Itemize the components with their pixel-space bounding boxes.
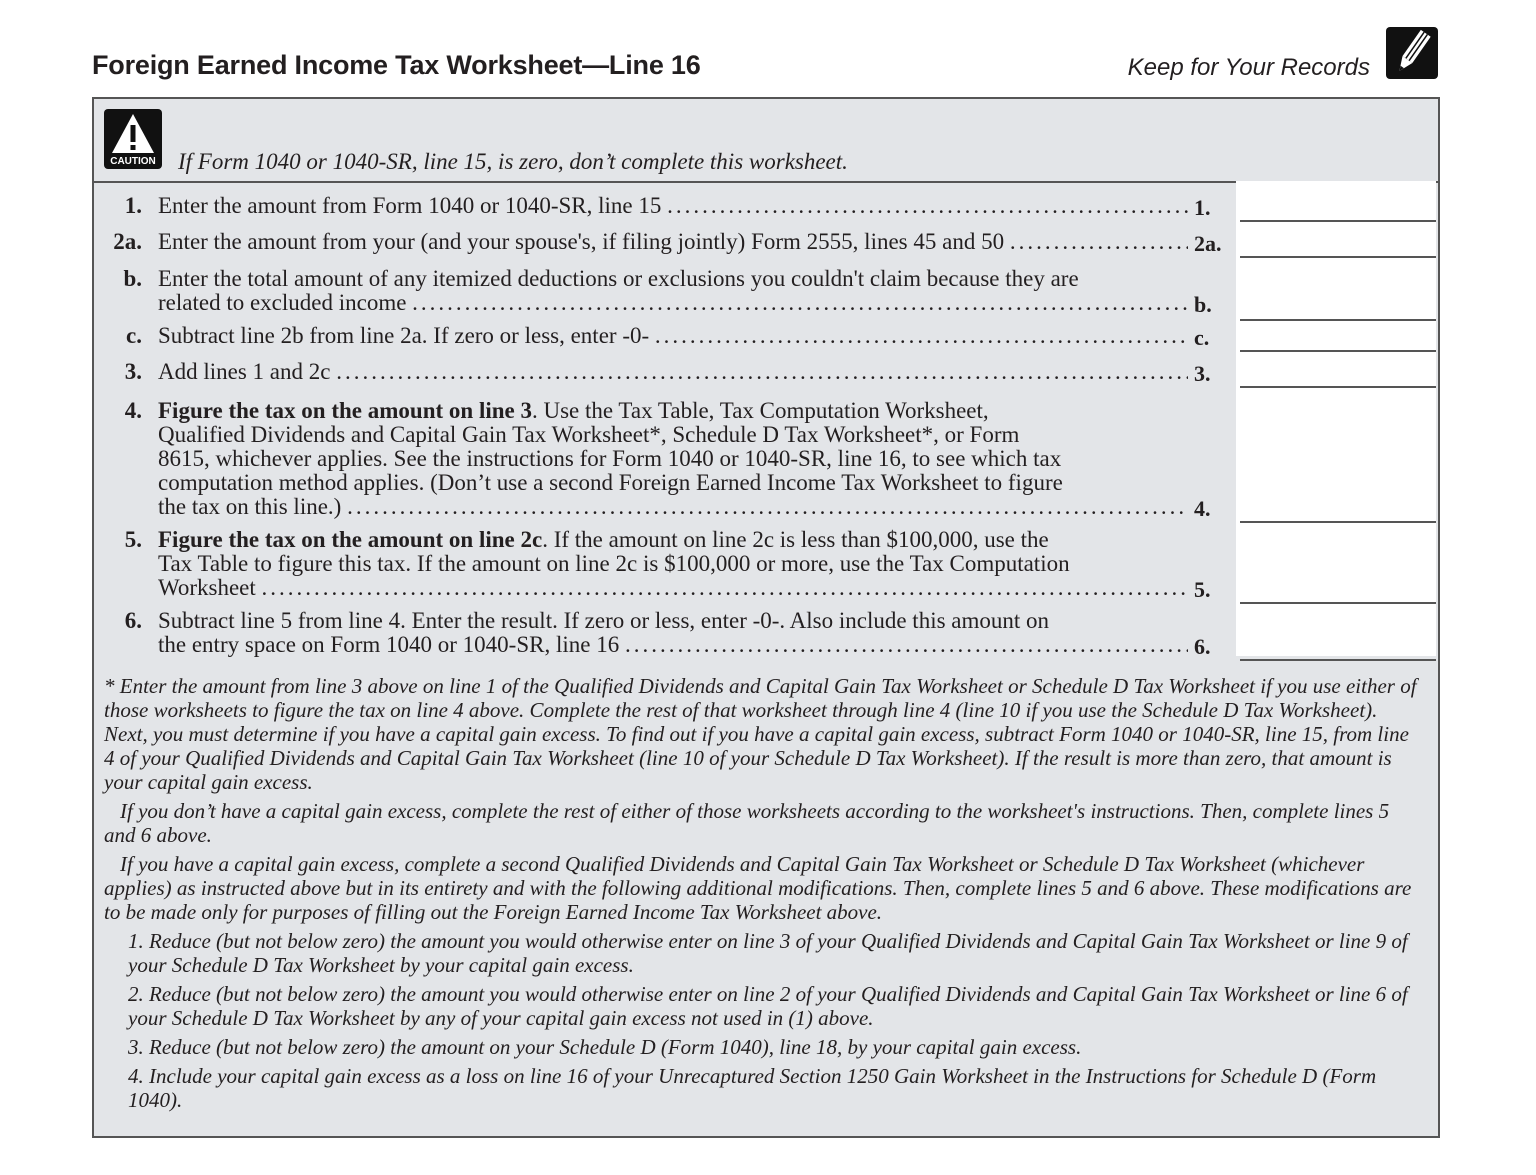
line-5-input[interactable] xyxy=(1240,576,1436,604)
line-6-input[interactable] xyxy=(1240,633,1436,661)
line-1: 1. Enter the amount from Form 1040 or 10… xyxy=(94,193,1436,224)
leader-dots: ........................................… xyxy=(336,360,1188,384)
modification-item: 4. Include your capital gain excess as a… xyxy=(128,1064,1377,1112)
line-label: b. xyxy=(1194,292,1212,317)
line-heading: Figure the tax on the amount on line 3 xyxy=(158,399,532,423)
line-number: 2a. xyxy=(113,229,142,254)
line-3-input[interactable] xyxy=(1240,360,1436,388)
note-has-excess: If you have a capital gain excess, compl… xyxy=(104,852,1412,924)
keep-for-records-label: Keep for Your Records xyxy=(1127,54,1370,81)
line-label: 1. xyxy=(1194,195,1211,220)
line-text: Subtract line 2b from line 2a. If zero o… xyxy=(158,324,650,348)
line-text-cont: Tax Table to figure this tax. If the amo… xyxy=(158,552,1070,576)
line-1-input[interactable] xyxy=(1240,194,1436,222)
line-text: Enter the amount from your (and your spo… xyxy=(158,230,1005,254)
caution-text: If Form 1040 or 1040-SR, line 15, is zer… xyxy=(178,149,848,174)
line-heading: Figure the tax on the amount on line 2c xyxy=(158,528,543,552)
line-label: c. xyxy=(1194,325,1210,350)
line-text-cont: computation method applies. (Don’t use a… xyxy=(158,471,1063,495)
caution-icon: CAUTION xyxy=(104,109,162,169)
line-number: b. xyxy=(123,266,142,291)
worksheet-notes: * Enter the amount from line 3 above on … xyxy=(104,674,1424,1117)
modification-item: 3. Reduce (but not below zero) the amoun… xyxy=(128,1035,1082,1059)
leader-dots: ........................................… xyxy=(624,633,1188,657)
line-4: 4. Figure the tax on the amount on line … xyxy=(94,398,1436,524)
page-title: Foreign Earned Income Tax Worksheet—Line… xyxy=(92,50,701,80)
line-text-cont: related to excluded income xyxy=(158,291,407,315)
caution-icon-label: CAUTION xyxy=(110,156,156,167)
leader-dots: ........................................… xyxy=(412,291,1188,315)
line-2a: 2a. Enter the amount from your (and your… xyxy=(94,229,1436,260)
line-label: 6. xyxy=(1194,634,1211,659)
line-label: 2a. xyxy=(1194,231,1222,256)
modification-item: 1. Reduce (but not below zero) the amoun… xyxy=(128,929,1408,977)
line-2b: b. Enter the total amount of any itemize… xyxy=(94,266,1436,321)
line-number: 4. xyxy=(124,398,142,423)
line-text-cont: Worksheet xyxy=(158,576,256,600)
leader-dots: ........................................… xyxy=(261,576,1188,600)
line-3: 3. Add lines 1 and 2c ..................… xyxy=(94,359,1436,390)
line-2a-input[interactable] xyxy=(1240,230,1436,258)
line-2c-input[interactable] xyxy=(1240,324,1436,352)
line-label: 5. xyxy=(1194,577,1211,602)
footnote: * Enter the amount from line 3 above on … xyxy=(104,674,1417,794)
line-number: 1. xyxy=(124,193,142,218)
line-text-cont: the tax on this line.) xyxy=(158,495,342,519)
caution-row: CAUTION If Form 1040 or 1040-SR, line 15… xyxy=(94,99,1438,183)
line-text: Add lines 1 and 2c xyxy=(158,360,331,384)
modification-item: 2. Reduce (but not below zero) the amoun… xyxy=(128,982,1408,1030)
line-text: . If the amount on line 2c is less than … xyxy=(542,528,1049,552)
line-number: c. xyxy=(126,323,142,348)
line-2b-input[interactable] xyxy=(1240,293,1436,321)
pencil-icon xyxy=(1386,27,1438,79)
line-4-input[interactable] xyxy=(1240,495,1436,523)
line-number: 3. xyxy=(124,359,142,384)
note-no-excess: If you don’t have a capital gain excess,… xyxy=(104,799,1390,847)
line-text: Subtract line 5 from line 4. Enter the r… xyxy=(158,609,1050,633)
line-number: 6. xyxy=(124,608,142,633)
leader-dots: ........................................… xyxy=(654,324,1188,348)
leader-dots: ........................................… xyxy=(347,495,1188,519)
line-number: 5. xyxy=(124,527,142,552)
line-5: 5. Figure the tax on the amount on line … xyxy=(94,527,1436,608)
line-text-cont: Qualified Dividends and Capital Gain Tax… xyxy=(158,423,1020,447)
leader-dots: ........................................… xyxy=(667,194,1188,218)
worksheet-box: CAUTION If Form 1040 or 1040-SR, line 15… xyxy=(92,97,1440,1138)
line-text: Enter the amount from Form 1040 or 1040-… xyxy=(158,194,662,218)
line-label: 3. xyxy=(1194,361,1211,386)
line-6: 6. Subtract line 5 from line 4. Enter th… xyxy=(94,608,1436,664)
line-text-cont: the entry space on Form 1040 or 1040-SR,… xyxy=(158,633,620,657)
line-2c: c. Subtract line 2b from line 2a. If zer… xyxy=(94,323,1436,354)
line-text: . Use the Tax Table, Tax Computation Wor… xyxy=(531,399,989,423)
line-label: 4. xyxy=(1194,496,1211,521)
line-text: Enter the total amount of any itemized d… xyxy=(158,267,1079,291)
leader-dots: ........................................… xyxy=(1009,230,1188,254)
line-text-cont: 8615, whichever applies. See the instruc… xyxy=(158,447,1062,471)
worksheet-header: Foreign Earned Income Tax Worksheet—Line… xyxy=(92,27,1442,95)
